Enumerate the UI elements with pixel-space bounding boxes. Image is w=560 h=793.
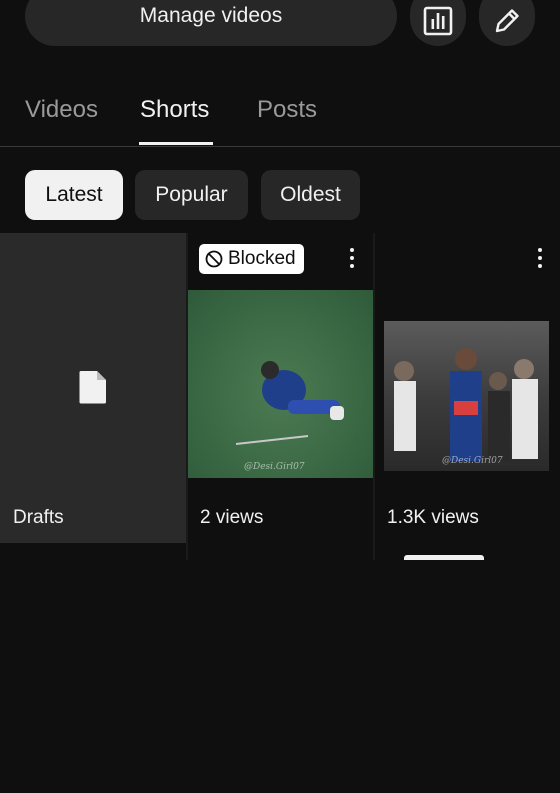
view-count: 2 views (200, 507, 264, 528)
more-options-icon[interactable] (346, 246, 358, 272)
content-tabs: Videos Shorts Posts (0, 80, 560, 147)
drafts-tile[interactable]: Drafts (0, 233, 186, 543)
tab-posts[interactable]: Posts (257, 96, 317, 124)
pencil-icon (495, 9, 519, 33)
short-thumbnail[interactable]: @Desi.Girl07 (384, 321, 549, 471)
tab-videos[interactable]: Videos (25, 96, 98, 124)
file-icon (79, 371, 106, 404)
drafts-label: Drafts (13, 507, 64, 528)
blocked-badge: Blocked (199, 244, 304, 274)
thumbnail-image (394, 348, 538, 461)
chip-popular[interactable]: Popular (135, 170, 248, 220)
grid-divider (373, 233, 375, 560)
chip-oldest[interactable]: Oldest (261, 170, 360, 220)
short-tile[interactable]: @Desi.Girl07 1.3K views (376, 233, 560, 543)
short-thumbnail[interactable]: @Desi.Girl07 (188, 290, 373, 478)
sort-filter-chips: Latest Popular Oldest (0, 170, 560, 222)
watermark-text: @Desi.Girl07 (442, 456, 503, 466)
next-row-badge-edge (404, 555, 484, 560)
watermark-text: @Desi.Girl07 (244, 462, 305, 472)
more-options-icon[interactable] (534, 246, 546, 272)
blocked-label: Blocked (228, 248, 296, 269)
chip-latest[interactable]: Latest (25, 170, 123, 220)
analytics-button[interactable] (410, 0, 466, 46)
view-count: 1.3K views (387, 507, 479, 528)
blocked-icon (205, 250, 223, 268)
next-row-edge (0, 778, 560, 793)
bar-chart-icon (423, 6, 453, 36)
short-tile[interactable]: Blocked @Desi.Girl07 2 views (188, 233, 373, 543)
top-action-bar: Manage videos (0, 0, 560, 60)
edit-button[interactable] (479, 0, 535, 46)
tab-selected-indicator (139, 142, 213, 145)
manage-videos-button[interactable]: Manage videos (25, 0, 397, 46)
shorts-grid: Drafts Blocked @Desi.Girl07 2 views @Des… (0, 233, 560, 793)
thumbnail-image (235, 361, 344, 445)
tab-shorts[interactable]: Shorts (140, 96, 209, 124)
